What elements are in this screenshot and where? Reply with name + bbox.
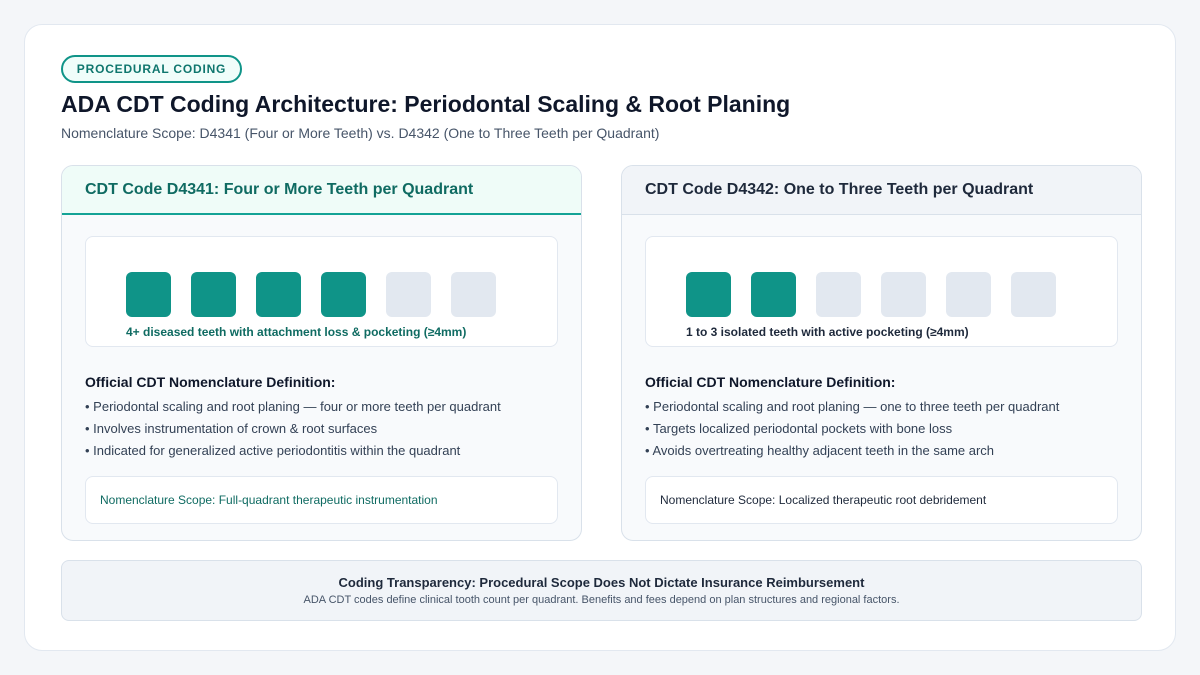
affected-tooth-icon (126, 272, 171, 317)
definition-item: Periodontal scaling and root planing — o… (645, 396, 1059, 418)
definition-title: Official CDT Nomenclature Definition: (645, 374, 896, 390)
teeth-caption: 1 to 3 isolated teeth with active pocket… (686, 325, 969, 339)
healthy-tooth-icon (881, 272, 926, 317)
affected-tooth-icon (256, 272, 301, 317)
definition-item: Indicated for generalized active periodo… (85, 440, 501, 462)
affected-tooth-icon (321, 272, 366, 317)
healthy-tooth-icon (816, 272, 861, 317)
affected-tooth-icon (751, 272, 796, 317)
affected-tooth-icon (191, 272, 236, 317)
healthy-tooth-icon (1011, 272, 1056, 317)
scope-note: Nomenclature Scope: Localized therapeuti… (645, 476, 1118, 524)
panel-title: CDT Code D4342: One to Three Teeth per Q… (622, 166, 1141, 215)
panel-title: CDT Code D4341: Four or More Teeth per Q… (62, 166, 581, 215)
definition-item: Involves instrumentation of crown & root… (85, 418, 501, 440)
page-title: ADA CDT Coding Architecture: Periodontal… (61, 91, 791, 117)
definition-item: Targets localized periodontal pockets wi… (645, 418, 1059, 440)
teeth-row (126, 272, 496, 317)
content-card: PROCEDURAL CODING ADA CDT Coding Archite… (24, 24, 1176, 651)
healthy-tooth-icon (946, 272, 991, 317)
footer-text: ADA CDT codes define clinical tooth coun… (303, 594, 900, 606)
definition-list: Periodontal scaling and root planing — f… (85, 396, 501, 462)
healthy-tooth-icon (451, 272, 496, 317)
teeth-diagram: 4+ diseased teeth with attachment loss &… (85, 236, 558, 347)
scope-note: Nomenclature Scope: Full-quadrant therap… (85, 476, 558, 524)
panel-d4341: CDT Code D4341: Four or More Teeth per Q… (61, 165, 582, 541)
panel-d4342: CDT Code D4342: One to Three Teeth per Q… (621, 165, 1142, 541)
definition-title: Official CDT Nomenclature Definition: (85, 374, 336, 390)
footer-title: Coding Transparency: Procedural Scope Do… (338, 575, 865, 590)
definition-list: Periodontal scaling and root planing — o… (645, 396, 1059, 462)
teeth-caption: 4+ diseased teeth with attachment loss &… (126, 325, 467, 339)
teeth-row (686, 272, 1056, 317)
category-badge: PROCEDURAL CODING (61, 55, 242, 83)
page-subtitle: Nomenclature Scope: D4341 (Four or More … (61, 125, 660, 141)
affected-tooth-icon (686, 272, 731, 317)
healthy-tooth-icon (386, 272, 431, 317)
footer-notice: Coding Transparency: Procedural Scope Do… (61, 560, 1142, 621)
teeth-diagram: 1 to 3 isolated teeth with active pocket… (645, 236, 1118, 347)
definition-item: Avoids overtreating healthy adjacent tee… (645, 440, 1059, 462)
definition-item: Periodontal scaling and root planing — f… (85, 396, 501, 418)
